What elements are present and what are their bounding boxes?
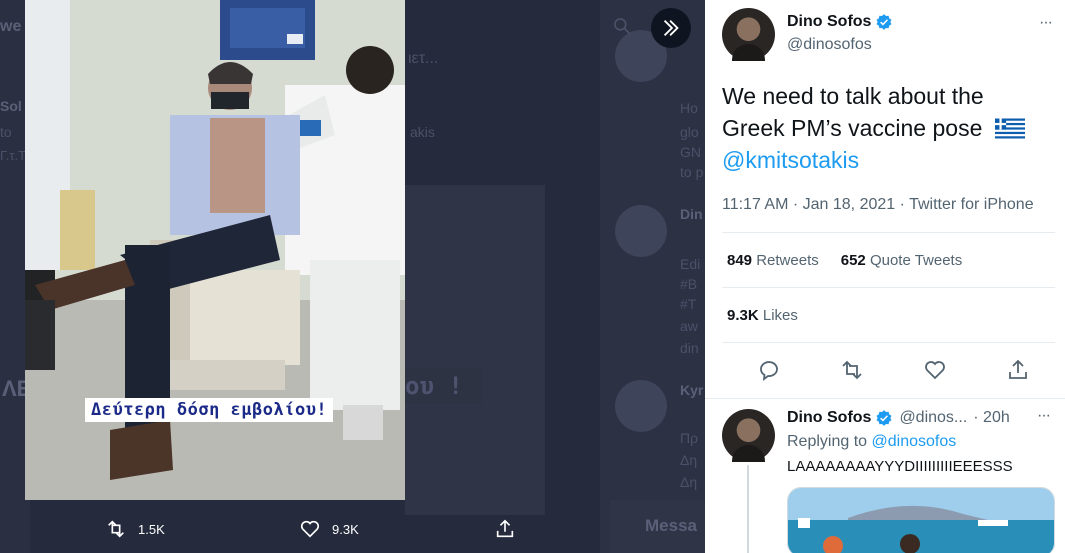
- reply-icon[interactable]: [757, 358, 781, 382]
- heart-icon: [300, 520, 320, 538]
- avatar[interactable]: [722, 409, 775, 462]
- media-like-count: 9.3K: [332, 521, 359, 537]
- share-icon[interactable]: [1006, 358, 1030, 382]
- background-snippet: we: [0, 18, 22, 35]
- verified-badge-icon: [876, 14, 892, 30]
- reply-author-handle[interactable]: @dinos...: [899, 409, 967, 427]
- background-snippet: to p: [680, 164, 704, 180]
- author-name[interactable]: Dino Sofos: [787, 13, 871, 31]
- author-name-line: Dino Sofos: [787, 13, 893, 31]
- divider: [722, 287, 1055, 288]
- divider: [722, 232, 1055, 233]
- background-snippet: akis: [410, 124, 435, 140]
- background-snippet: ιετ...: [408, 50, 439, 67]
- retweets-count: 849: [727, 252, 753, 269]
- background-snippet: to: [0, 124, 12, 140]
- background-card: [405, 185, 545, 515]
- tweet-timestamp[interactable]: 11:17 AM · Jan 18, 2021 · Twitter for iP…: [722, 196, 1034, 214]
- background-snippet: #B: [680, 276, 698, 292]
- background-snippet: Kyr: [680, 382, 704, 398]
- replying-to-prefix: Replying to: [787, 433, 868, 450]
- media-action-bar: 1.5K 9.3K: [0, 508, 705, 548]
- reply-tweet[interactable]: Dino Sofos @dinos... · 20h ··· Replying …: [705, 398, 1065, 553]
- background-snippet: Ho: [680, 100, 698, 116]
- heart-icon[interactable]: [923, 358, 947, 382]
- tweet-detail-panel: Dino Sofos @dinosofos ··· We need to tal…: [705, 0, 1065, 553]
- share-icon: [496, 519, 514, 538]
- background-banner-text: ου !: [405, 372, 463, 400]
- search-icon: [614, 18, 631, 35]
- reply-text: LAAAAAAAAYYYDIIIIIIIIIEEESSS: [787, 458, 1013, 475]
- reply-more-options-button[interactable]: ···: [1037, 407, 1051, 425]
- reply-media[interactable]: [787, 487, 1055, 553]
- background-snippet: Πρ: [680, 430, 699, 446]
- double-chevron-right-icon: [663, 20, 679, 36]
- background-snippet: Din: [680, 206, 703, 222]
- retweets-label: Retweets: [756, 252, 819, 269]
- photo-illustration: [25, 0, 405, 500]
- avatar[interactable]: [722, 8, 775, 61]
- tweet-text-line-with-flag: Greek PM’s vaccine pose: [722, 112, 1052, 144]
- retweet-icon: [108, 520, 124, 538]
- media-like-button[interactable]: 9.3K: [298, 518, 359, 540]
- quote-label: Quote Tweets: [869, 252, 963, 269]
- retweets-stat[interactable]: 849 Retweets: [727, 252, 819, 269]
- verified-badge-icon: [876, 410, 892, 426]
- photo-caption: Δεύτερη δόση εμβολίου!: [85, 398, 334, 422]
- tweet-text-line: We need to talk about the: [722, 83, 984, 109]
- background-snippet: Δη: [680, 474, 698, 490]
- likes-count: 9.3K: [727, 307, 759, 324]
- reply-author-line: Dino Sofos @dinos... · 20h: [787, 409, 1010, 427]
- expand-tweet-button[interactable]: [651, 8, 691, 48]
- tweet-action-bar: [722, 352, 1055, 388]
- replying-to: Replying to @dinosofos: [787, 433, 956, 451]
- mention-link[interactable]: @kmitsotakis: [722, 144, 1052, 176]
- reply-time[interactable]: · 20h: [973, 409, 1009, 427]
- reply-photo: [788, 488, 1054, 553]
- tweet-stats-row: 849 Retweets 652 Quote Tweets: [727, 252, 984, 269]
- background-snippet: glo: [680, 124, 699, 140]
- more-options-button[interactable]: ···: [1039, 14, 1053, 32]
- background-snippet: #T: [680, 296, 697, 312]
- author-handle[interactable]: @dinosofos: [787, 36, 872, 54]
- thread-line: [747, 465, 749, 553]
- tweet-author: Dino Sofos @dinosofos ···: [722, 8, 1062, 68]
- media-retweet-count: 1.5K: [138, 521, 165, 537]
- media-share-button[interactable]: [493, 518, 517, 540]
- likes-label: Likes: [762, 307, 798, 324]
- retweet-icon[interactable]: [840, 358, 864, 382]
- background-snippet: Edi: [680, 256, 701, 272]
- tweet-photo[interactable]: Δεύτερη δόση εμβολίου!: [25, 0, 405, 500]
- quote-count: 652: [840, 252, 866, 269]
- background-snippet: GN: [680, 144, 701, 160]
- tweet-text-line: Greek PM’s vaccine pose: [722, 115, 983, 141]
- background-avatar: [615, 380, 667, 432]
- tweet-text: We need to talk about the Greek PM’s vac…: [722, 80, 1052, 176]
- replying-to-link[interactable]: @dinosofos: [872, 433, 957, 450]
- divider: [722, 342, 1055, 343]
- greece-flag-icon: [994, 118, 1025, 139]
- background-snippet: aw: [680, 318, 698, 334]
- background-snippet: Sol: [0, 98, 22, 114]
- background-snippet: Δη: [680, 452, 698, 468]
- media-retweet-button[interactable]: 1.5K: [104, 518, 165, 540]
- background-avatar: [615, 205, 667, 257]
- background-snippet: din: [680, 340, 699, 356]
- reply-author-name[interactable]: Dino Sofos: [787, 409, 871, 427]
- likes-stat[interactable]: 9.3K Likes: [727, 307, 798, 324]
- quote-tweets-stat[interactable]: 652 Quote Tweets: [841, 252, 962, 269]
- media-viewer-overlay[interactable]: we Sol to Γ.τ.Τ... ΛE ιετ... akis ου ! H…: [0, 0, 705, 553]
